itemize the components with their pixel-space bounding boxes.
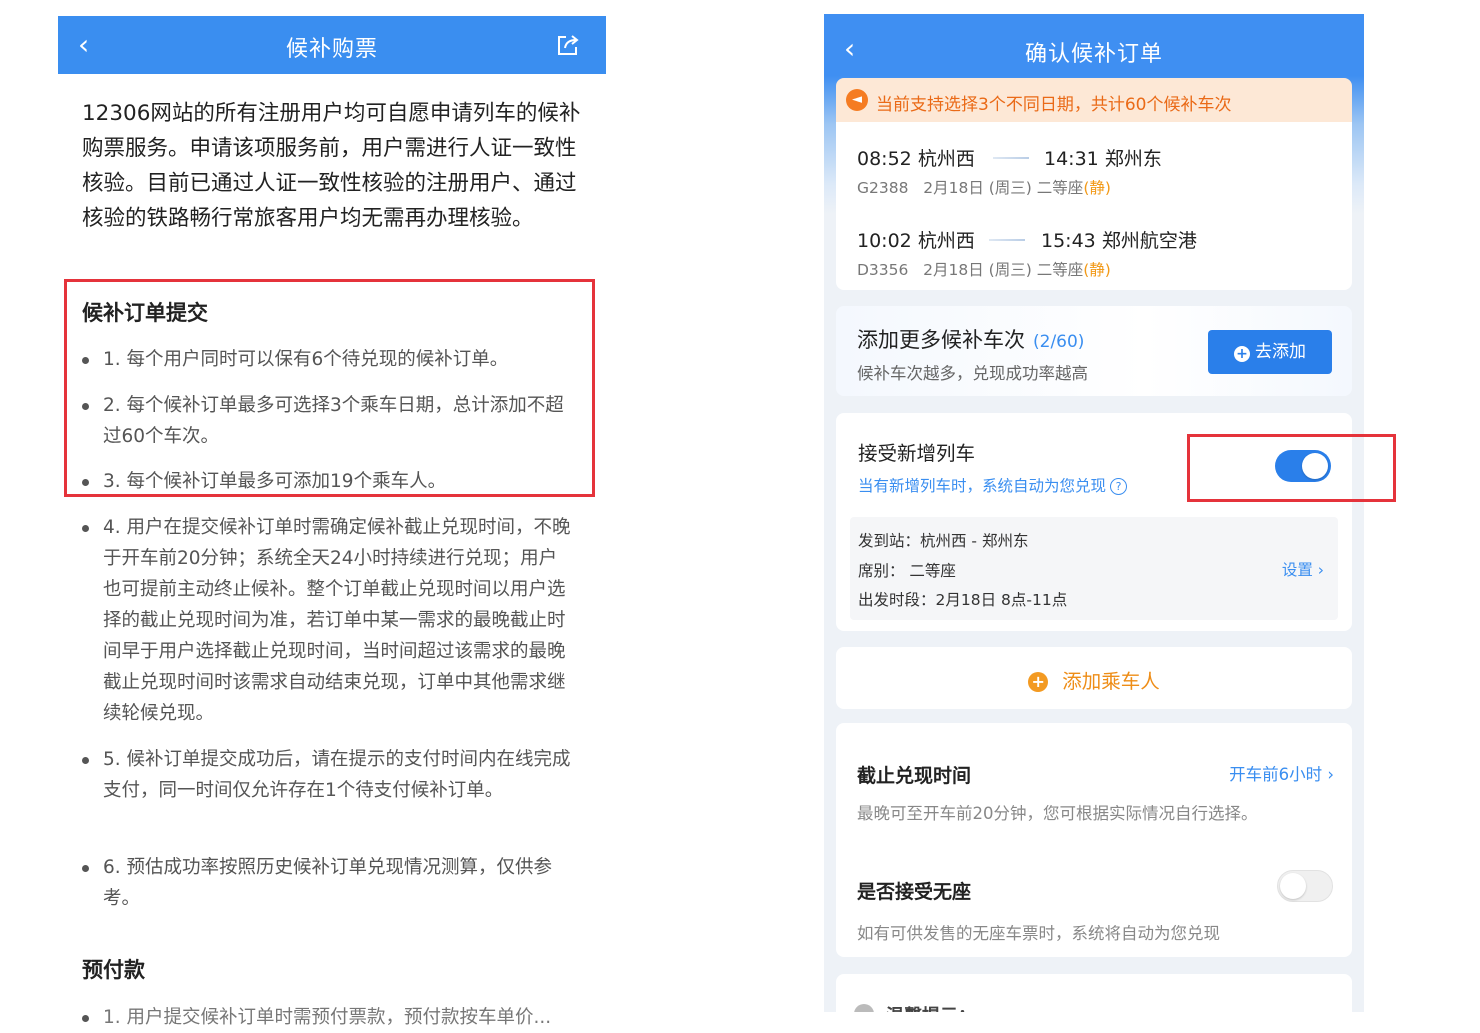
bullet-icon xyxy=(82,525,89,532)
train-list-card: 08:52 杭州西 14:31 郑州东 G2388 2月18日 (周三) 二等座… xyxy=(836,122,1352,290)
deadline-card: 截止兑现时间 开车前6小时 › 最晚可至开车前20分钟，您可根据实际情况自行选择… xyxy=(836,723,1352,957)
bullet-icon xyxy=(82,757,89,764)
add-more-trains-card: 添加更多候补车次 (2/60) 候补车次越多，兑现成功率越高 + 去添加 xyxy=(836,306,1352,396)
add-passenger-card[interactable]: + 添加乘车人 xyxy=(836,647,1352,709)
tips-card: 温馨提示： xyxy=(836,974,1352,1012)
bullet-icon xyxy=(82,865,89,872)
train-row[interactable]: 08:52 杭州西 14:31 郑州东 G2388 2月18日 (周三) 二等座… xyxy=(857,144,1337,198)
page-title: 确认候补订单 xyxy=(1024,42,1163,67)
share-icon[interactable] xyxy=(556,34,580,56)
add-train-button[interactable]: + 去添加 xyxy=(1208,330,1332,374)
section-heading-prepayment: 预付款 xyxy=(82,958,145,982)
intro-paragraph: 12306网站的所有注册用户均可自愿申请列车的候补购票服务。申请该项服务前，用户… xyxy=(82,101,581,231)
bullet-icon xyxy=(82,1015,89,1022)
deadline-select[interactable]: 开车前6小时 › xyxy=(1229,761,1334,785)
accept-details: 发到站：杭州西 - 郑州东 席别： 二等座 出发时段：2月18日 8点-11点 … xyxy=(850,517,1338,620)
accept-no-seat-toggle[interactable] xyxy=(1277,870,1333,902)
highlight-box-toggle xyxy=(1187,434,1396,502)
rule-item: 4. 用户在提交候补订单时需确定候补截止兑现时间，不晚于开车前20分钟；系统全天… xyxy=(82,512,572,729)
settings-link[interactable]: 设置 › xyxy=(1282,558,1324,580)
highlight-box-rules xyxy=(64,279,595,497)
help-icon[interactable]: ? xyxy=(1110,478,1128,495)
train-row[interactable]: 10:02 杭州西 15:43 郑州航空港 D3356 2月18日 (周三) 二… xyxy=(857,226,1337,280)
add-passenger-button[interactable]: + 添加乘车人 xyxy=(836,665,1352,694)
megaphone-icon: ◄ xyxy=(846,89,868,111)
rule-item: 5. 候补订单提交成功后，请在提示的支付时间内在线完成支付，同一时间仅允许存在1… xyxy=(82,744,572,806)
arrow-icon xyxy=(993,157,1029,159)
right-panel: ‹ 确认候补订单 ◄ 当前支持选择3个不同日期，共计60个候补车次 08:52 … xyxy=(824,14,1364,1012)
notice-banner: ◄ 当前支持选择3个不同日期，共计60个候补车次 xyxy=(836,78,1352,122)
plus-icon: + xyxy=(1028,672,1049,692)
left-panel: ‹ 候补购票 12306网站的所有注册用户均可自愿申请列车的候补购票服务。申请该… xyxy=(58,16,606,1028)
arrow-icon xyxy=(989,239,1025,241)
page-title: 候补购票 xyxy=(285,37,378,62)
rule-item: 6. 预估成功率按照历史候补订单兑现情况测算，仅供参考。 xyxy=(82,852,572,914)
plus-icon: + xyxy=(1234,346,1250,362)
rule-item-partial: 1. 用户提交候补订单时需预付票款，预付款按车单价... xyxy=(82,1002,572,1033)
top-bar: ‹ 候补购票 xyxy=(58,16,606,74)
info-icon xyxy=(854,1004,874,1012)
